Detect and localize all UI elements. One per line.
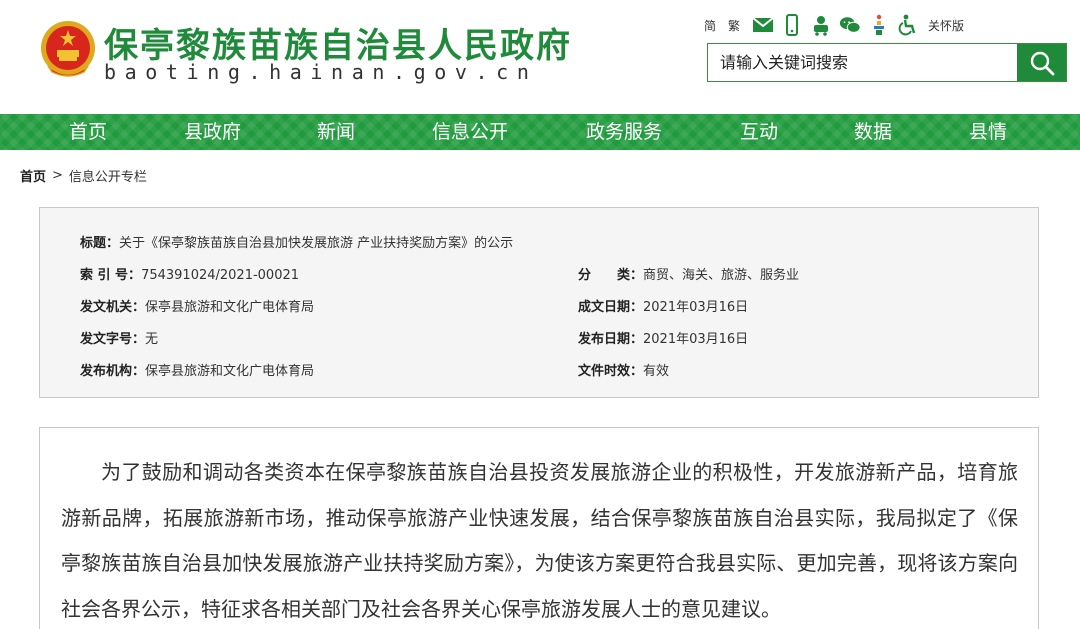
info-issuer: 发文机关：保亭县旅游和文化广电体育局	[80, 296, 314, 315]
site-domain: baoting.hainan.gov.cn	[104, 60, 538, 84]
info-doc-number-value: 无	[145, 332, 159, 347]
wechat-icon[interactable]	[839, 14, 861, 36]
article-paragraph: 为了鼓励和调动各类资本在保亭黎族苗族自治县投资发展旅游企业的积极性，开发旅游新产…	[61, 460, 1018, 621]
info-publisher-value: 保亭县旅游和文化广电体育局	[145, 364, 315, 379]
article-body: 为了鼓励和调动各类资本在保亭黎族苗族自治县投资发展旅游企业的积极性，开发旅游新产…	[39, 427, 1039, 629]
info-index-value: 754391024/2021-00021	[141, 268, 300, 283]
nav-news[interactable]: 新闻	[317, 114, 355, 150]
info-validity-label: 文件时效：	[578, 364, 644, 379]
main-nav: 首页 县政府 新闻 信息公开 政务服务 互动 数据 县情	[0, 114, 1080, 150]
nav-home[interactable]: 首页	[69, 114, 107, 150]
info-doc-number: 发文字号：无	[80, 328, 158, 347]
simplified-chinese-link[interactable]: 简	[704, 17, 716, 34]
accessibility-icon[interactable]	[897, 14, 919, 36]
info-doc-number-label: 发文字号：	[80, 332, 146, 347]
search-button[interactable]	[1017, 44, 1066, 81]
info-publisher: 发布机构：保亭县旅游和文化广电体育局	[80, 360, 314, 379]
info-title-value: 关于《保亭黎族苗族自治县加快发展旅游 产业扶持奖励方案》的公示	[119, 236, 514, 251]
info-published-date: 发布日期：2021年03月16日	[578, 328, 748, 347]
document-info-panel: 标题：关于《保亭黎族苗族自治县加快发展旅游 产业扶持奖励方案》的公示 索 引 号…	[39, 207, 1039, 398]
breadcrumb-separator: >	[52, 168, 63, 183]
traditional-chinese-link[interactable]: 繁	[728, 17, 740, 34]
search-box	[707, 43, 1067, 82]
info-category-value: 商贸、海关、旅游、服务业	[643, 268, 800, 283]
nav-data[interactable]: 数据	[854, 114, 892, 150]
search-icon	[1030, 51, 1054, 75]
national-emblem-icon[interactable]	[40, 20, 96, 80]
info-category: 分 类：商贸、海关、旅游、服务业	[578, 264, 799, 283]
nav-county-government[interactable]: 县政府	[184, 114, 241, 150]
info-published-value: 2021年03月16日	[643, 332, 749, 347]
info-index: 索 引 号：754391024/2021-00021	[80, 264, 299, 283]
nav-government-services[interactable]: 政务服务	[586, 114, 662, 150]
breadcrumb-home-link[interactable]: 首页	[20, 166, 46, 185]
info-created-value: 2021年03月16日	[643, 300, 749, 315]
search-input[interactable]	[708, 44, 1017, 81]
info-created-label: 成文日期：	[578, 300, 644, 315]
breadcrumb: 首页 > 信息公开专栏	[20, 166, 147, 185]
hainan-service-icon[interactable]	[868, 14, 890, 36]
info-issuer-label: 发文机关：	[80, 300, 146, 315]
header-tools: 简 繁 关怀版	[704, 12, 964, 38]
info-publisher-label: 发布机构：	[80, 364, 146, 379]
nav-county-profile[interactable]: 县情	[969, 114, 1007, 150]
info-title: 标题：关于《保亭黎族苗族自治县加快发展旅游 产业扶持奖励方案》的公示	[80, 232, 513, 251]
info-created-date: 成文日期：2021年03月16日	[578, 296, 748, 315]
breadcrumb-current-link[interactable]: 信息公开专栏	[69, 166, 147, 185]
info-validity: 文件时效：有效	[578, 360, 669, 379]
mobile-icon[interactable]	[781, 14, 803, 36]
info-issuer-value: 保亭县旅游和文化广电体育局	[145, 300, 315, 315]
mini-program-icon[interactable]	[810, 14, 832, 36]
info-title-label: 标题：	[80, 236, 120, 251]
care-mode-link[interactable]: 关怀版	[928, 17, 964, 34]
info-category-label: 分 类：	[578, 268, 644, 283]
nav-interaction[interactable]: 互动	[740, 114, 778, 150]
site-header: 保亭黎族苗族自治县人民政府 baoting.hainan.gov.cn 简 繁 …	[0, 0, 1080, 114]
info-published-label: 发布日期：	[578, 332, 644, 347]
info-validity-value: 有效	[643, 364, 670, 379]
info-index-label: 索 引 号：	[80, 268, 142, 283]
nav-information-disclosure[interactable]: 信息公开	[432, 114, 508, 150]
email-icon[interactable]	[752, 14, 774, 36]
